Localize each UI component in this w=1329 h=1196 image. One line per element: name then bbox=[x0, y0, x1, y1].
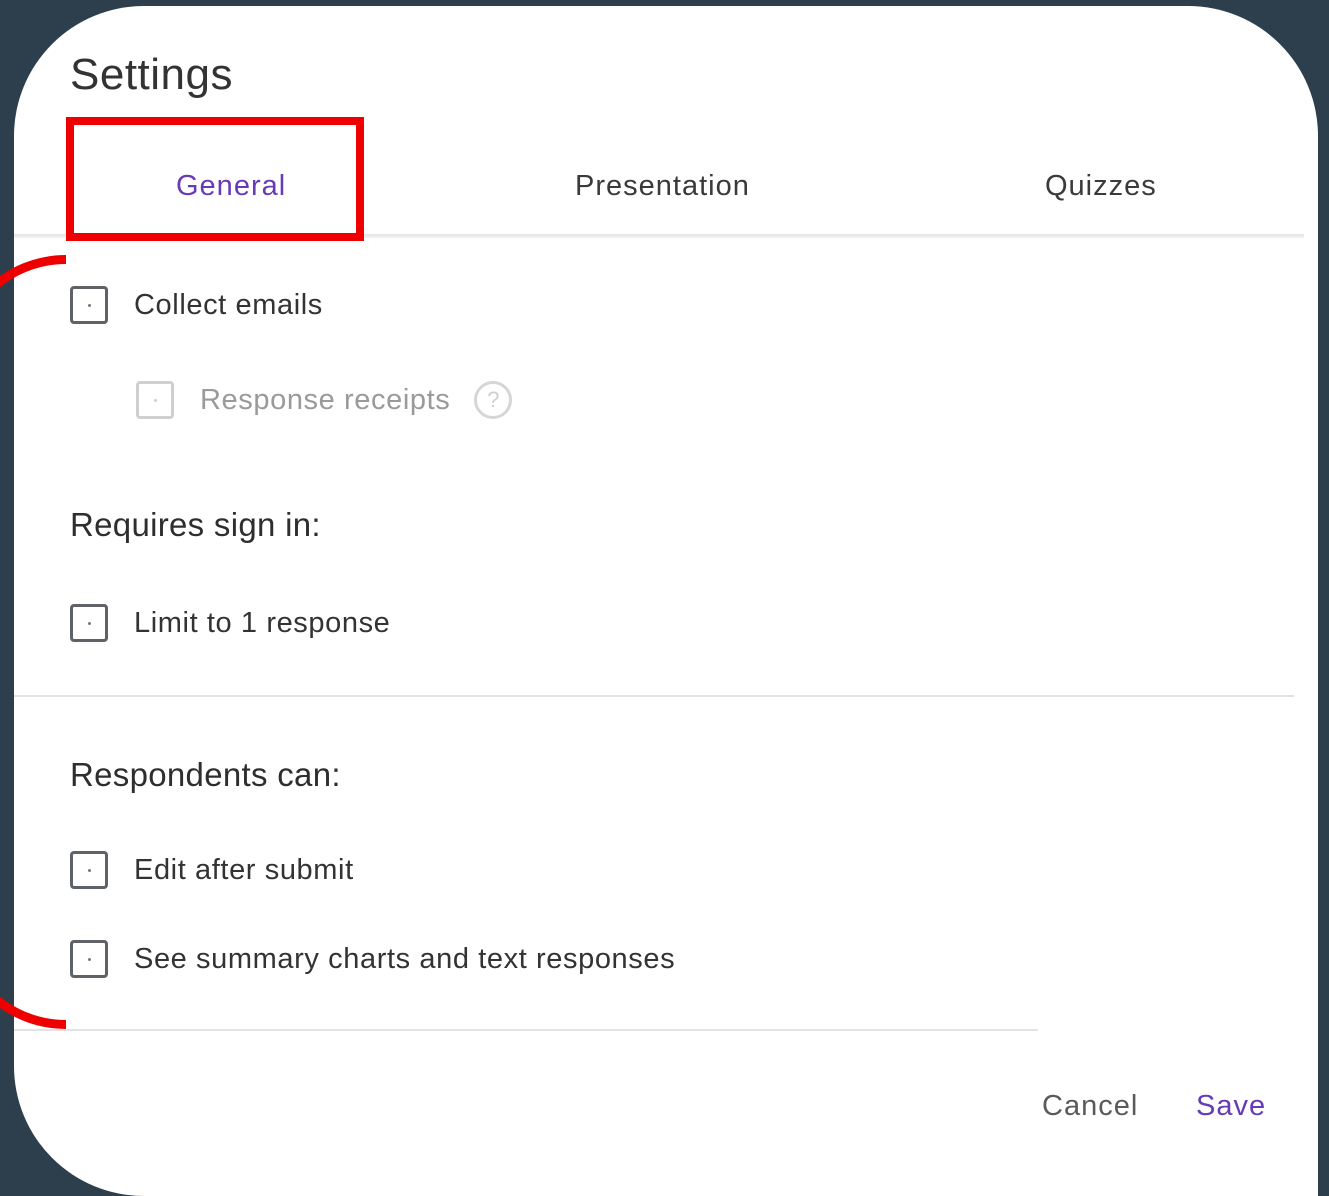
section-divider bbox=[14, 695, 1294, 697]
footer-divider bbox=[14, 1029, 1038, 1031]
see-summary-label: See summary charts and text responses bbox=[134, 942, 676, 975]
response-receipts-checkbox bbox=[136, 381, 174, 419]
limit-one-response-checkbox[interactable] bbox=[70, 604, 108, 642]
general-tab-highlight bbox=[66, 117, 364, 241]
response-receipts-label: Response receipts bbox=[200, 383, 451, 416]
edit-after-submit-option[interactable]: Edit after submit bbox=[70, 851, 354, 889]
tab-presentation[interactable]: Presentation bbox=[575, 170, 750, 203]
cancel-button[interactable]: Cancel bbox=[1042, 1090, 1138, 1123]
collect-emails-option[interactable]: Collect emails bbox=[70, 286, 323, 324]
save-button[interactable]: Save bbox=[1196, 1090, 1266, 1123]
tab-quizzes[interactable]: Quizzes bbox=[1045, 170, 1157, 203]
see-summary-option[interactable]: See summary charts and text responses bbox=[70, 940, 675, 978]
help-circle-icon[interactable]: ? bbox=[474, 381, 513, 419]
edit-after-submit-label: Edit after submit bbox=[134, 853, 354, 886]
response-receipts-option: Response receipts ? bbox=[136, 381, 513, 419]
edit-after-submit-checkbox[interactable] bbox=[70, 851, 108, 889]
options-bracket-annotation bbox=[0, 255, 66, 1029]
respondents-can-heading: Respondents can: bbox=[70, 756, 341, 793]
see-summary-checkbox[interactable] bbox=[70, 940, 108, 978]
limit-one-response-option[interactable]: Limit to 1 response bbox=[70, 604, 390, 642]
collect-emails-label: Collect emails bbox=[134, 288, 323, 321]
collect-emails-checkbox[interactable] bbox=[70, 286, 108, 324]
limit-one-response-label: Limit to 1 response bbox=[134, 606, 391, 639]
requires-sign-in-heading: Requires sign in: bbox=[70, 506, 321, 543]
dialog-title: Settings bbox=[70, 50, 233, 99]
